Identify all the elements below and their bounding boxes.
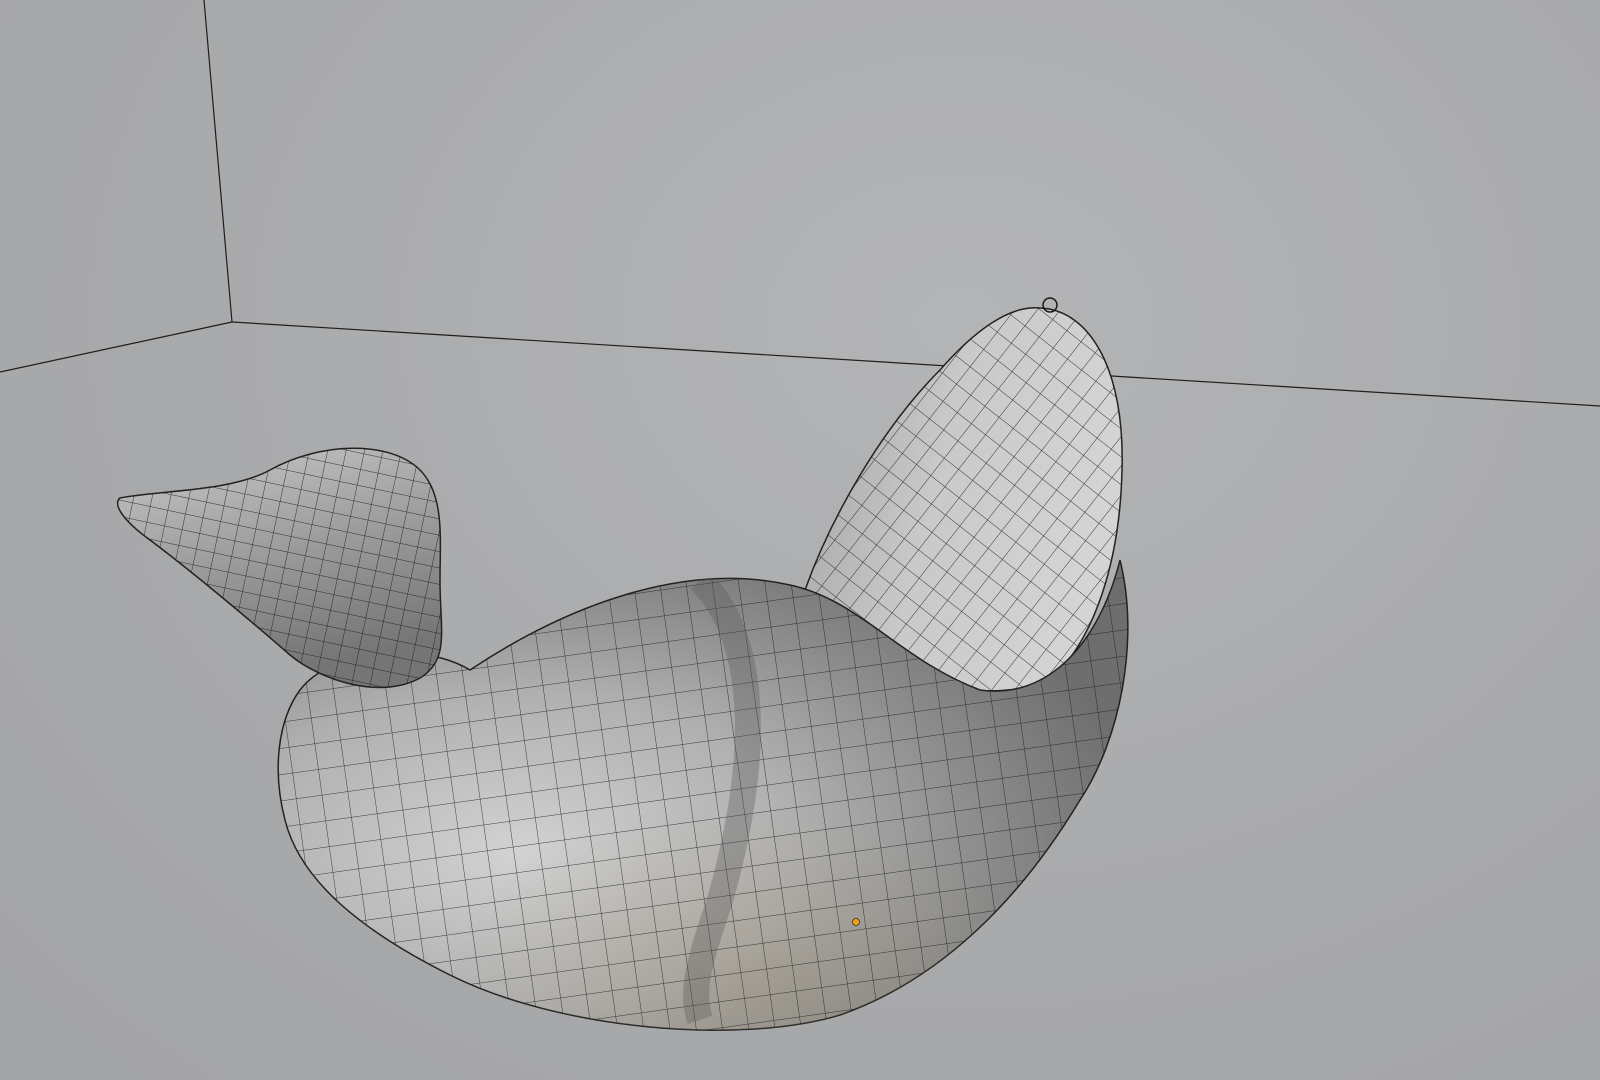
grid-line-left-floor bbox=[0, 321, 233, 373]
origin-dot-icon[interactable] bbox=[852, 918, 860, 926]
grid-floor bbox=[0, 0, 1600, 407]
grid-line-vertical bbox=[203, 0, 233, 323]
grid-line-back-floor bbox=[231, 321, 1600, 407]
viewport-scene[interactable] bbox=[0, 0, 1600, 1080]
mesh-object[interactable] bbox=[100, 290, 1160, 1060]
3d-viewport[interactable] bbox=[0, 0, 1600, 1080]
mesh-head[interactable] bbox=[100, 430, 460, 710]
